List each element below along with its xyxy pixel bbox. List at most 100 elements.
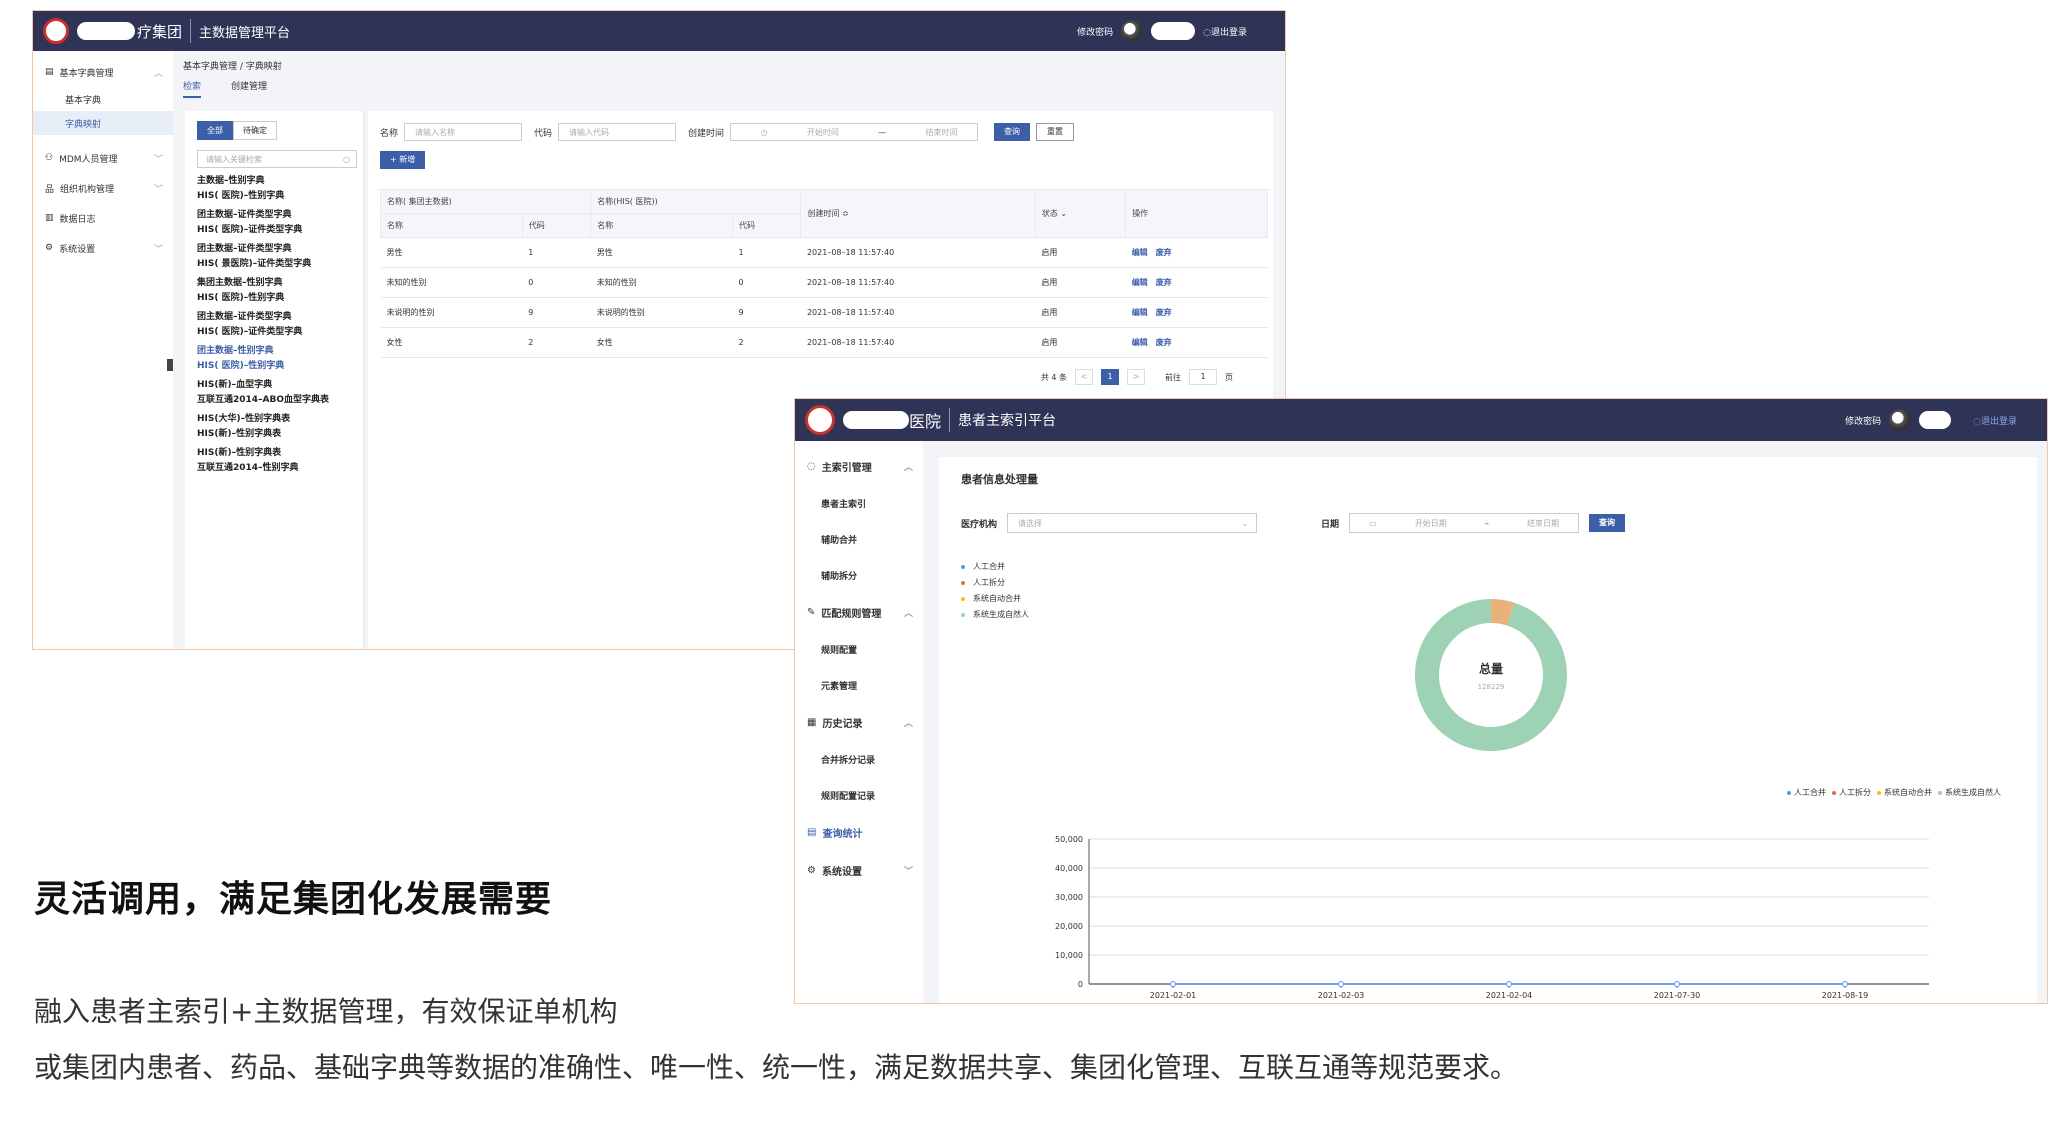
sidebar-item-group[interactable]: ▤ 查询统计 bbox=[795, 813, 923, 851]
collapse-handle[interactable] bbox=[167, 359, 173, 371]
segment-pending[interactable]: 待确定 bbox=[233, 121, 277, 140]
logout-link[interactable]: ◌退出登录 bbox=[1203, 25, 1247, 38]
tree-item[interactable]: HIS( 医院)–性别字典 bbox=[197, 293, 363, 304]
discard-button[interactable]: 废弃 bbox=[1156, 248, 1172, 257]
filter-row: 名称 请输入名称 代码 请输入代码 创建时间 ◷ 开始时间 — 结束时间 查询 … bbox=[380, 123, 1273, 141]
legend-label: 人工合并 bbox=[1794, 788, 1826, 797]
sidebar-label: 历史记录 bbox=[822, 718, 863, 730]
tab-search[interactable]: 检索 bbox=[183, 79, 202, 98]
tree-item[interactable]: HIS( 医院)–证件类型字典 bbox=[197, 327, 363, 338]
keyword-search-input[interactable]: 请输入关键检索 ○ bbox=[197, 150, 357, 168]
data-point bbox=[1506, 981, 1512, 987]
y-tick-label: 30,000 bbox=[1055, 893, 1083, 902]
tree-item[interactable]: HIS(大华)–性别字典表 bbox=[197, 414, 363, 425]
sidebar-item-group[interactable]: ✎ 匹配规则管理 ︿ bbox=[795, 593, 923, 631]
query-button[interactable]: 查询 bbox=[994, 123, 1031, 141]
tree-item[interactable]: HIS(新)–血型字典 bbox=[197, 380, 363, 391]
sidebar-item-sub[interactable]: 规则配置 bbox=[795, 631, 923, 667]
tree-item[interactable]: HIS( 医院)–性别字典 bbox=[197, 191, 363, 202]
avatar[interactable] bbox=[1121, 20, 1144, 42]
change-password-link[interactable]: 修改密码 bbox=[1077, 25, 1113, 38]
sidebar-item-mdm-staff[interactable]: ⚇ MDM人员管理 ﹀ bbox=[33, 143, 173, 173]
goto-page-input[interactable]: 1 bbox=[1189, 369, 1217, 385]
sidebar-item-sub[interactable]: 元素管理 bbox=[795, 667, 923, 703]
brand-text: 医院 bbox=[909, 412, 942, 431]
chevron-icon: ︿ bbox=[903, 462, 913, 473]
chevron-icon: ﹀ bbox=[903, 866, 913, 877]
org-select[interactable]: 请选择 ⌄ bbox=[1007, 513, 1258, 533]
sidebar-item-group[interactable]: ◌ 主索引管理 ︿ bbox=[795, 447, 923, 485]
sidebar-item-sub[interactable]: 规则配置记录 bbox=[795, 777, 923, 813]
table-cell: 未知的性别 bbox=[380, 267, 523, 298]
tree-item[interactable]: 团主数据–证件类型字典 bbox=[197, 312, 363, 323]
tree-item[interactable]: HIS( 医院)–性别字典 bbox=[197, 361, 363, 372]
sidebar-item-basic-dictionary[interactable]: 基本字典 bbox=[33, 87, 173, 111]
code-input[interactable]: 请输入代码 bbox=[558, 123, 677, 141]
sidebar-item-settings[interactable]: ⚙ 系统设置 ﹀ bbox=[33, 233, 173, 263]
sidebar-label: 基本字典管理 bbox=[59, 68, 114, 79]
query-button[interactable]: 查询 bbox=[1589, 514, 1626, 532]
donut-legend: 人工合并 人工拆分 系统自动合并 系统生成自然人 bbox=[961, 559, 1029, 623]
tree-item[interactable]: HIS(新)–性别字典表 bbox=[197, 429, 363, 440]
tab-bar: 检索 创建管理 bbox=[183, 79, 267, 98]
next-page-button[interactable]: > bbox=[1127, 369, 1145, 385]
tree-item[interactable]: HIS(新)–性别字典表 bbox=[197, 448, 363, 459]
tree-item[interactable]: HIS( 景医院)–证件类型字典 bbox=[197, 259, 363, 270]
column-created[interactable]: 创建时间 ≎ bbox=[800, 189, 1036, 238]
legend-item: 系统自动合并 bbox=[1877, 787, 1932, 798]
legend-dot bbox=[961, 596, 965, 601]
edit-button[interactable]: 编辑 bbox=[1132, 278, 1148, 287]
sidebar-item-group[interactable]: ▦ 历史记录 ︿ bbox=[795, 703, 923, 741]
panel-title: 患者信息处理量 bbox=[961, 473, 1038, 486]
sidebar-item-data-log[interactable]: ▥ 数据日志 bbox=[33, 203, 173, 233]
add-button[interactable]: + 新增 bbox=[380, 151, 426, 169]
column-status[interactable]: 状态 ⌄ bbox=[1034, 189, 1127, 238]
sidebar-item-sub[interactable]: 辅助合并 bbox=[795, 521, 923, 557]
tree-item[interactable]: 互联互通2014–性别字典 bbox=[197, 463, 363, 474]
table-cell: 1 bbox=[522, 237, 591, 268]
tree-item[interactable]: 团主数据–性别字典 bbox=[197, 346, 363, 357]
sidebar-item-group[interactable]: ⚙ 系统设置 ﹀ bbox=[795, 851, 923, 889]
sidebar-item-basic-dict[interactable]: ▤ 基本字典管理 ︿ bbox=[33, 57, 173, 87]
page-1-button[interactable]: 1 bbox=[1101, 369, 1119, 385]
x-tick-label: 2021-02-04 bbox=[1486, 991, 1533, 1000]
date-range-input[interactable]: ◷ 开始时间 — 结束时间 bbox=[730, 123, 979, 141]
discard-button[interactable]: 废弃 bbox=[1156, 308, 1172, 317]
edit-button[interactable]: 编辑 bbox=[1132, 248, 1148, 257]
y-tick-label: 10,000 bbox=[1055, 951, 1083, 960]
tree-item[interactable]: 团主数据–证件类型字典 bbox=[197, 210, 363, 221]
legend-item: 人工合并 bbox=[1787, 787, 1826, 798]
tree-item[interactable]: 集团主数据–性别字典 bbox=[197, 278, 363, 289]
edit-button[interactable]: 编辑 bbox=[1132, 338, 1148, 347]
logout-link[interactable]: ◌退出登录 bbox=[1973, 414, 2017, 427]
x-tick-label: 2021-07-30 bbox=[1654, 991, 1701, 1000]
sidebar-item-sub[interactable]: 患者主索引 bbox=[795, 485, 923, 521]
change-password-link[interactable]: 修改密码 bbox=[1845, 414, 1881, 427]
avatar[interactable] bbox=[1889, 409, 1912, 431]
name-input[interactable]: 请输入名称 bbox=[404, 123, 523, 141]
segment-all[interactable]: 全部 bbox=[197, 121, 233, 140]
sidebar-item-sub[interactable]: 辅助拆分 bbox=[795, 557, 923, 593]
tree-item[interactable]: 互联互通2014–ABO血型字典表 bbox=[197, 395, 363, 406]
ops-cell: 编辑 废弃 bbox=[1125, 267, 1268, 298]
sidebar-item-dict-mapping[interactable]: 字典映射 bbox=[33, 111, 173, 135]
sidebar-label: 主索引管理 bbox=[821, 462, 872, 474]
org-label: 医疗机构 bbox=[961, 519, 998, 530]
tab-create[interactable]: 创建管理 bbox=[231, 79, 267, 98]
edit-button[interactable]: 编辑 bbox=[1132, 308, 1148, 317]
sidebar: ▤ 基本字典管理 ︿ 基本字典 字典映射 ⚇ MDM人员管理 ﹀ 品组织机构管理 ﹀ ▥ 数… bbox=[33, 51, 173, 649]
reset-button[interactable]: 重置 bbox=[1036, 123, 1075, 141]
prev-page-button[interactable]: < bbox=[1075, 369, 1093, 385]
end-date-placeholder: 结束日期 bbox=[1526, 519, 1559, 528]
sidebar-item-org[interactable]: 品组织机构管理 ﹀ bbox=[33, 173, 173, 203]
tree-item[interactable]: 团主数据–证件类型字典 bbox=[197, 244, 363, 255]
tree-item[interactable]: 主数据–性别字典 bbox=[197, 176, 363, 187]
discard-button[interactable]: 废弃 bbox=[1156, 278, 1172, 287]
sidebar-item-sub[interactable]: 合并拆分记录 bbox=[795, 741, 923, 777]
top-bar: 医院 患者主索引平台 修改密码 ◌退出登录 bbox=[795, 399, 2047, 441]
table-cell: 0 bbox=[522, 267, 591, 298]
end-time-placeholder: 结束时间 bbox=[925, 128, 958, 137]
discard-button[interactable]: 废弃 bbox=[1156, 338, 1172, 347]
tree-item[interactable]: HIS( 医院)–证件类型字典 bbox=[197, 225, 363, 236]
date-range-input[interactable]: ▭ 开始日期 – 结束日期 bbox=[1349, 513, 1580, 533]
